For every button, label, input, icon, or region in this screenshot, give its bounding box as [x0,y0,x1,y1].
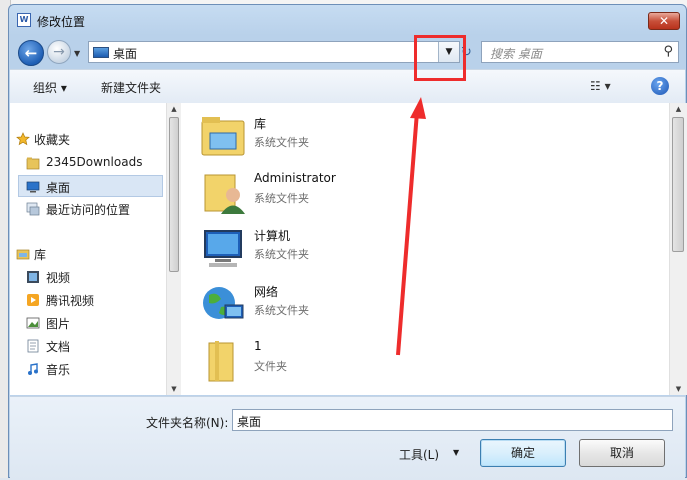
annotation-arrow [396,97,426,356]
